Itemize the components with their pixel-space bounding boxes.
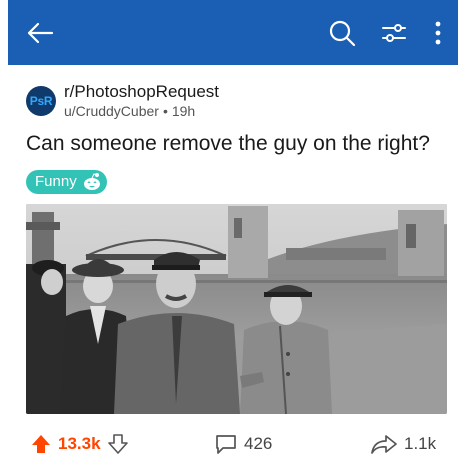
post-age: 19h xyxy=(171,103,196,119)
filter-icon xyxy=(382,23,406,42)
back-arrow-icon xyxy=(27,22,54,43)
search-icon xyxy=(329,20,356,46)
subreddit-avatar-text: PsR xyxy=(29,94,53,108)
comment-icon xyxy=(216,435,236,454)
back-button[interactable] xyxy=(20,0,60,65)
filter-button[interactable] xyxy=(372,0,416,65)
more-vertical-icon xyxy=(435,21,441,44)
share-button[interactable]: 1.1k xyxy=(370,430,436,458)
search-button[interactable] xyxy=(320,0,364,65)
downvote-icon[interactable] xyxy=(107,433,129,455)
upvote-count: 13.3k xyxy=(58,434,101,453)
post-action-bar: 13.3k 426 1.1k xyxy=(0,424,474,464)
comment-count: 426 xyxy=(244,434,273,453)
upvote-icon[interactable] xyxy=(30,433,52,455)
post-flair[interactable]: Funny xyxy=(26,170,107,194)
subreddit-avatar[interactable]: PsR xyxy=(26,86,56,116)
laughing-snoo-icon xyxy=(83,173,100,190)
subreddit-name[interactable]: r/PhotoshopRequest xyxy=(64,82,219,102)
share-count: 1.1k xyxy=(404,434,437,453)
meta-separator: • xyxy=(162,103,168,119)
historical-photo xyxy=(26,204,447,414)
vote-control: 13.3k xyxy=(30,430,129,458)
comments-button[interactable]: 426 xyxy=(214,430,272,458)
post-image[interactable] xyxy=(26,204,447,414)
post-header: PsR r/PhotoshopRequest u/CruddyCuber • 1… xyxy=(26,82,456,122)
more-options-button[interactable] xyxy=(422,0,454,65)
post-title: Can someone remove the guy on the right? xyxy=(26,132,430,155)
share-icon xyxy=(371,435,397,454)
post-meta: u/CruddyCuber • 19h xyxy=(64,103,195,119)
top-app-bar xyxy=(8,0,458,65)
author-name[interactable]: u/CruddyCuber xyxy=(64,103,159,119)
flair-label: Funny xyxy=(35,173,77,190)
